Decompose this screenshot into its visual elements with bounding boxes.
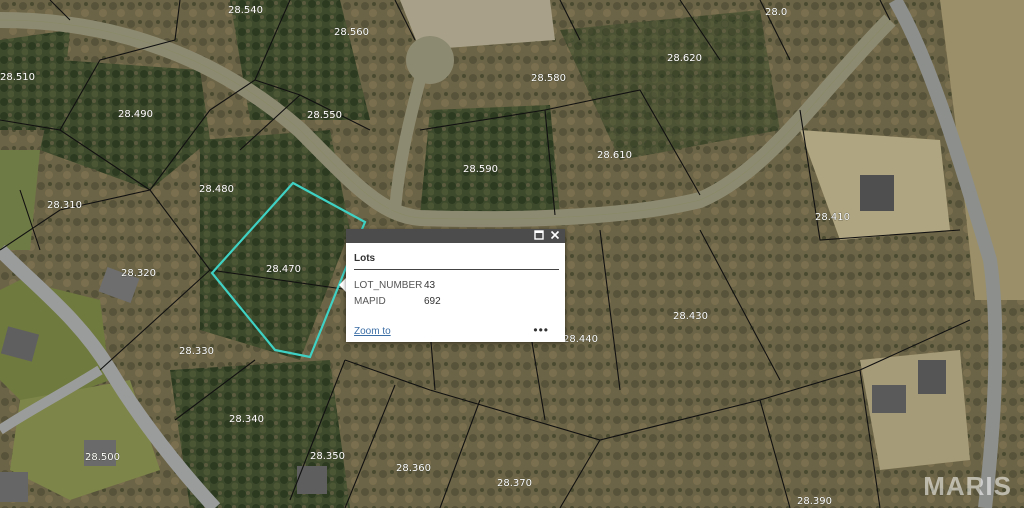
lot-label: 28.490 (118, 109, 153, 120)
lot-label: 28.560 (334, 27, 369, 38)
lot-label-selected: 28.470 (266, 264, 301, 275)
lot-label: 28.480 (199, 184, 234, 195)
lot-label: 28.510 (0, 72, 35, 83)
attribute-key: LOT_NUMBER (354, 280, 423, 291)
lot-label: 28.320 (121, 268, 156, 279)
lot-label: 28.0 (765, 7, 787, 18)
popup-title: Lots (354, 253, 376, 264)
lot-label: 28.350 (310, 451, 345, 462)
lot-label: 28.610 (597, 150, 632, 161)
popup-titlebar (346, 229, 565, 243)
attribute-value: 692 (424, 296, 441, 307)
zoom-to-link[interactable]: Zoom to (354, 326, 391, 337)
lot-label: 28.550 (307, 110, 342, 121)
maximize-icon[interactable] (533, 230, 545, 242)
lot-label: 28.580 (531, 73, 566, 84)
lot-info-popup: Lots LOT_NUMBER 43 MAPID 692 Zoom to ••• (346, 229, 565, 342)
lot-label: 28.410 (815, 212, 850, 223)
close-icon[interactable] (549, 230, 561, 242)
maris-watermark: MARIS (923, 471, 1012, 501)
more-options-icon[interactable]: ••• (533, 323, 549, 337)
lot-label: 28.620 (667, 53, 702, 64)
lot-label: 28.340 (229, 414, 264, 425)
lot-label: 28.360 (396, 463, 431, 474)
lot-label: 28.540 (228, 5, 263, 16)
lot-label: 28.330 (179, 346, 214, 357)
attribute-key: MAPID (354, 296, 386, 307)
popup-pointer (339, 278, 346, 292)
attribute-value: 43 (424, 280, 436, 291)
lot-label: 28.310 (47, 200, 82, 211)
lot-label: 28.590 (463, 164, 498, 175)
lot-label: 28.430 (673, 311, 708, 322)
popup-footer: Zoom to ••• (354, 323, 557, 338)
lot-label: 28.370 (497, 478, 532, 489)
attribute-row: LOT_NUMBER 43 (354, 278, 565, 294)
lot-label: 28.440 (563, 334, 598, 345)
lot-label: 28.390 (797, 496, 832, 507)
lot-label: 28.500 (85, 452, 120, 463)
attribute-row: MAPID 692 (354, 294, 565, 310)
